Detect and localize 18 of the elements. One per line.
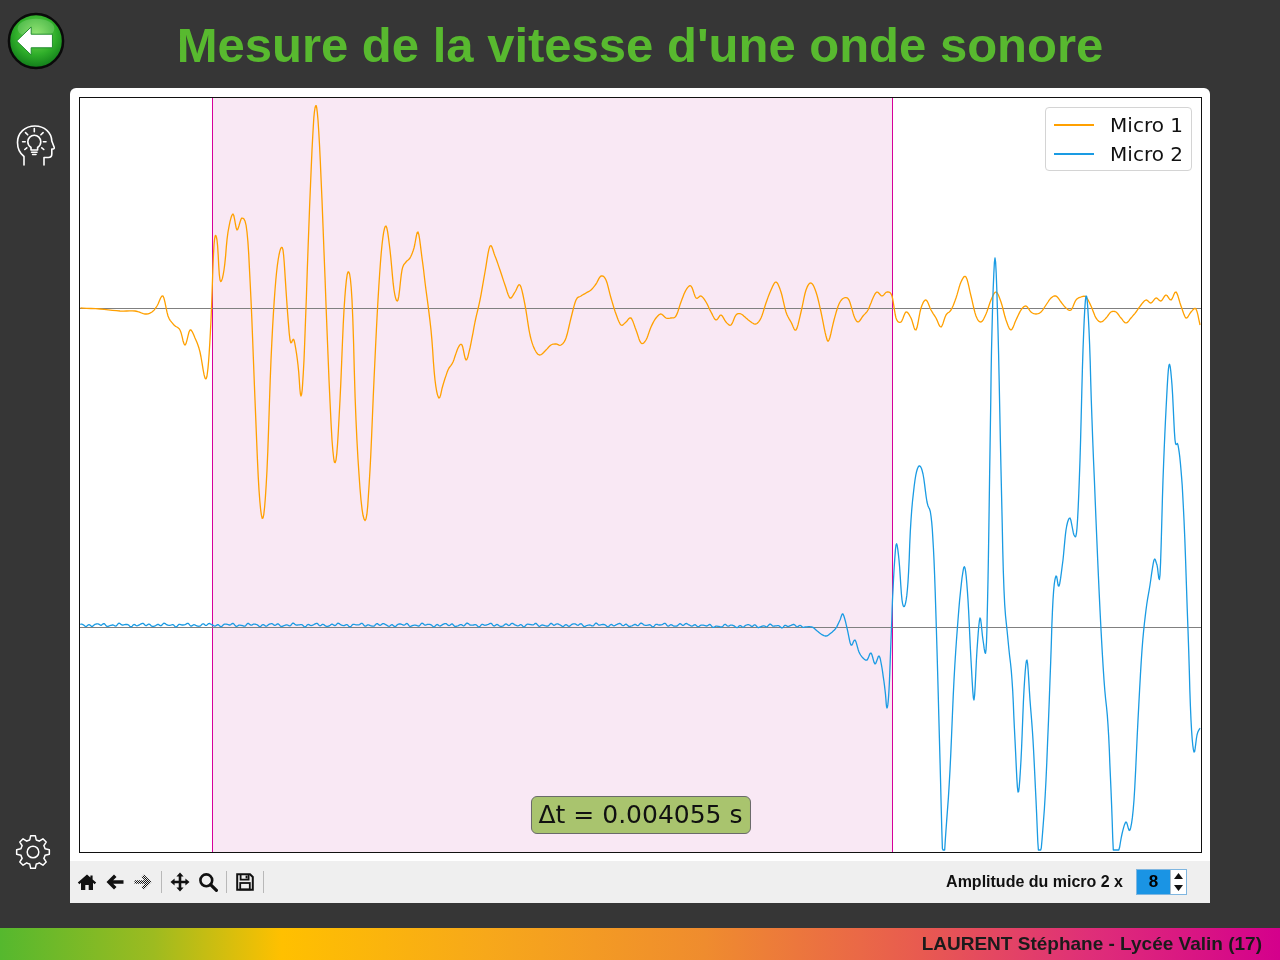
legend-label: Micro 2: [1110, 141, 1183, 166]
magnifier-icon[interactable]: [198, 872, 218, 892]
head-lightbulb-icon[interactable]: [15, 124, 55, 166]
legend-label: Micro 1: [1110, 112, 1183, 137]
amplitude-field[interactable]: 8: [1137, 870, 1170, 894]
arrow-left-icon[interactable]: [105, 872, 125, 892]
back-button[interactable]: [7, 12, 65, 70]
move-arrows-icon[interactable]: [170, 872, 190, 892]
author-credit: LAURENT Stéphane - Lycée Valin (17): [921, 933, 1262, 955]
caret-up-icon[interactable]: [1173, 872, 1184, 880]
home-icon[interactable]: [77, 872, 97, 892]
gear-icon[interactable]: [15, 834, 51, 870]
caret-down-icon[interactable]: [1173, 884, 1184, 892]
time-delay-label: Δt = 0.004055 s: [530, 796, 751, 834]
number-spinner[interactable]: 8: [1136, 869, 1187, 895]
page-title: Mesure de la vitesse d'une onde sonore: [176, 17, 1104, 73]
arrow-left-icon: [7, 12, 65, 70]
amplitude-label: Amplitude du micro 2 x: [946, 873, 1123, 891]
